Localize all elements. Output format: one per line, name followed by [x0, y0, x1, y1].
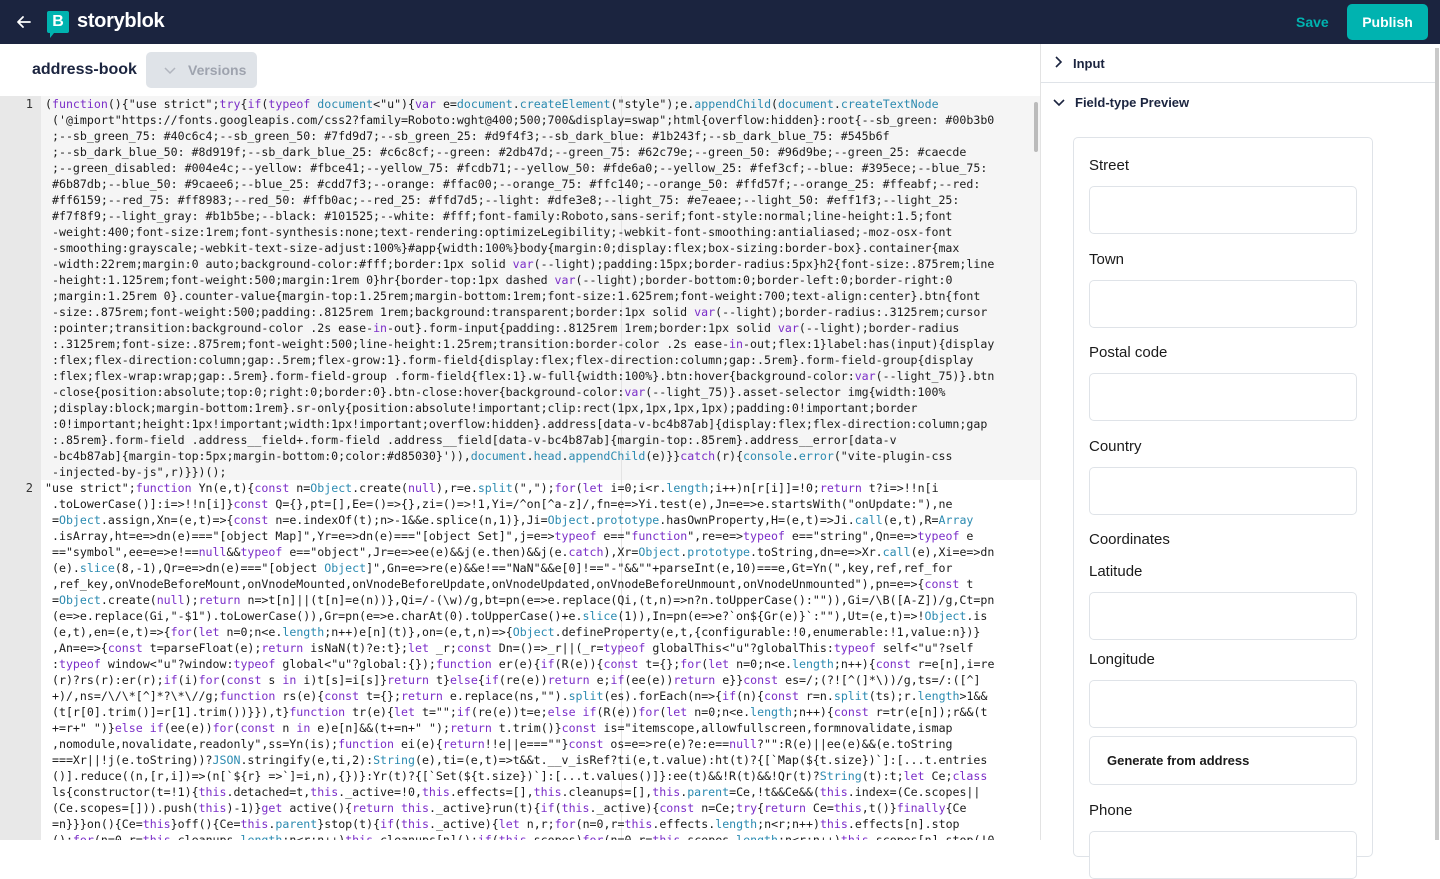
latitude-input[interactable] [1089, 592, 1357, 640]
code-row: (Ce.scopes=[])).push(this)-1)}get active… [45, 801, 967, 815]
code-row: :0!important;height:1px!important;width:… [45, 417, 988, 431]
code-row: ();for(n=0,r=this.cleanups.length;n<r;n+… [45, 833, 995, 840]
code-content[interactable]: (function(){"use strict";try{if(typeof d… [45, 96, 1035, 840]
longitude-input[interactable] [1089, 680, 1357, 728]
street-label: Street [1089, 157, 1130, 174]
postal-code-label: Postal code [1089, 344, 1168, 361]
coordinates-heading: Coordinates [1089, 531, 1170, 548]
editor-scrollbar[interactable] [1034, 102, 1038, 152]
town-input[interactable] [1089, 280, 1357, 328]
code-row: (e=>e.replace(Gi,"-$1").toLowerCase()),G… [45, 609, 988, 623]
versions-label: Versions [188, 62, 247, 78]
code-row: =Object.assign,Xn=(e,t)=>{const n=e.inde… [45, 513, 974, 527]
code-row: -bc4b87ab]{margin-top:5px;margin-bottom:… [45, 449, 953, 463]
chevron-down-icon [1053, 95, 1065, 110]
code-row: -weight:400;font-size:1rem;font-synthesi… [45, 225, 953, 239]
code-row: "use strict";function Yn(e,t){const n=Ob… [45, 481, 939, 495]
code-row: (e).slice(8,-1),Qr=e=>dn(e)==="[object O… [45, 561, 953, 575]
storyblok-logo-icon: B [47, 10, 69, 38]
section-input[interactable]: Input [1041, 44, 1435, 83]
code-row: ,nomodule,novalidate,readonly",ss=Yn(is)… [45, 737, 953, 751]
address-preview-card: Street Town Postal code Country Coordina… [1073, 137, 1373, 879]
section-label: Field-type Preview [1075, 95, 1190, 110]
code-row: ;display:block;margin-bottom:1rem}.sr-on… [45, 401, 918, 415]
code-row: #6b87db;--blue_50: #9caee6;--blue_25: #c… [45, 177, 981, 191]
town-label: Town [1089, 251, 1125, 268]
code-row: :flex;flex-wrap:wrap;gap:.5rem}.form-fie… [45, 369, 995, 383]
code-row: :pointer;transition:background-color .2s… [45, 321, 960, 335]
code-row: #ff6159;--red_75: #ff8983;--red_50: #ffb… [45, 193, 960, 207]
section-label: Input [1073, 55, 1105, 71]
latitude-label: Latitude [1089, 563, 1143, 580]
code-row: (r)?rs(r):er(r);if(i)for(const s in i)t[… [45, 673, 981, 687]
story-header: address-book Versions [0, 44, 1040, 96]
postal-code-input[interactable] [1089, 373, 1357, 421]
code-row: =n}}}on(){Ce=this}off(){Ce=this.parent}s… [45, 817, 960, 831]
code-row: -close{position:absolute;top:0;right:0;b… [45, 385, 946, 399]
street-input[interactable] [1089, 186, 1357, 234]
code-row: ;margin:1.25rem 0}.counter-value{margin-… [45, 289, 981, 303]
code-row: ;--sb_green_75: #40c6c4;--sb_green_50: #… [45, 129, 890, 143]
code-row: ,ref_key,onVnodeBeforeMount,onVnodeMount… [45, 577, 974, 591]
phone-input[interactable] [1089, 831, 1357, 879]
chevron-down-icon [164, 62, 176, 78]
code-row: :.3125rem;font-size:.875rem;font-weight:… [45, 337, 995, 351]
versions-button[interactable]: Versions [146, 52, 257, 88]
code-row: ,An=e=>{const t=parseFloat(e);return isN… [45, 641, 974, 655]
code-row: ;--sb_dark_blue_50: #8d919f;--sb_dark_bl… [45, 145, 967, 159]
section-field-type-preview[interactable]: Field-type Preview [1041, 83, 1435, 122]
code-row: #f7f8f9;--light_gray: #b1b5be;--black: #… [45, 209, 953, 223]
arrow-left-icon[interactable] [14, 12, 34, 32]
code-row: -smoothing:grayscale;-webkit-text-size-a… [45, 241, 960, 255]
code-row: ()].reduce((n,[r,i])=>(n[`${r} =>`]=i,n)… [45, 769, 988, 783]
storyblok-logo: B storyblok [47, 10, 165, 38]
country-input[interactable] [1089, 467, 1357, 515]
code-row: +=r+" ")}else if(ee(e))for(const n in e)… [45, 721, 953, 735]
top-bar: B storyblok Save Publish [0, 0, 1440, 44]
code-row: ('@import"https://fonts.googleapis.com/c… [45, 113, 995, 127]
code-row: -size:.875rem;font-weight:500;padding:.8… [45, 305, 988, 319]
code-row: (t[r[0].trim()]=r[1].trim())}}),t}functi… [45, 705, 988, 719]
code-row: -height:1.125rem;font-weight:500;margin:… [45, 273, 953, 287]
code-row: :flex;flex-direction:column;gap:.5rem;fl… [45, 353, 974, 367]
panel-scrollbar[interactable] [1435, 48, 1439, 840]
right-panel: Input Field-type Preview Street Town Pos… [1040, 44, 1440, 879]
phone-label: Phone [1089, 802, 1133, 819]
code-row: -injected-by-js",r)}})(); [45, 465, 227, 479]
code-row: (function(){"use strict";try{if(typeof d… [45, 97, 939, 111]
longitude-label: Longitude [1089, 651, 1155, 668]
code-row: -width:22rem;margin:0 auto;background-co… [45, 257, 995, 271]
chevron-right-icon [1053, 55, 1063, 71]
code-row: .isArray,ht=e=>dn(e)==="[object Map]",Yr… [45, 529, 974, 543]
line-number-gutter: 1 2 [0, 96, 41, 840]
code-row: +)/,ns=/\/\*[^]*?\*\//g;function rs(e){c… [45, 689, 988, 703]
publish-button[interactable]: Publish [1347, 4, 1428, 40]
save-button[interactable]: Save [1288, 8, 1337, 36]
generate-from-address-button[interactable]: Generate from address [1089, 736, 1357, 785]
line-number: 2 [25, 481, 33, 495]
story-name: address-book [32, 61, 137, 78]
line-number: 1 [25, 97, 33, 111]
code-row: .toLowerCase()]:i=>!!n[i]}const Q={},pt=… [45, 497, 953, 511]
code-row: =Object.create(null);return n=>t[n]||(t[… [45, 593, 995, 607]
brand-name: storyblok [77, 10, 165, 32]
code-row: (e,t),en=(e,t)=>{for(let n=0;n<e.length;… [45, 625, 981, 639]
code-row: :.85rem}.form-field .address__field+.for… [45, 433, 897, 447]
code-row: ===Xr||!j(e.toString))?JSON.stringify(e,… [45, 753, 988, 767]
country-label: Country [1089, 438, 1142, 455]
code-row: ls{constructor(t=!1){this.detached=t,thi… [45, 785, 981, 799]
code-row: ;--green_disabled: #004e4c;--yellow: #fb… [45, 161, 988, 175]
code-row: =="symbol",ee=e=>e!==null&&typeof e=="ob… [45, 545, 995, 559]
code-editor[interactable]: 1 2 (function(){"use strict";try{if(type… [0, 96, 1040, 840]
code-row: :typeof window<"u"?window:typeof global<… [45, 657, 995, 671]
